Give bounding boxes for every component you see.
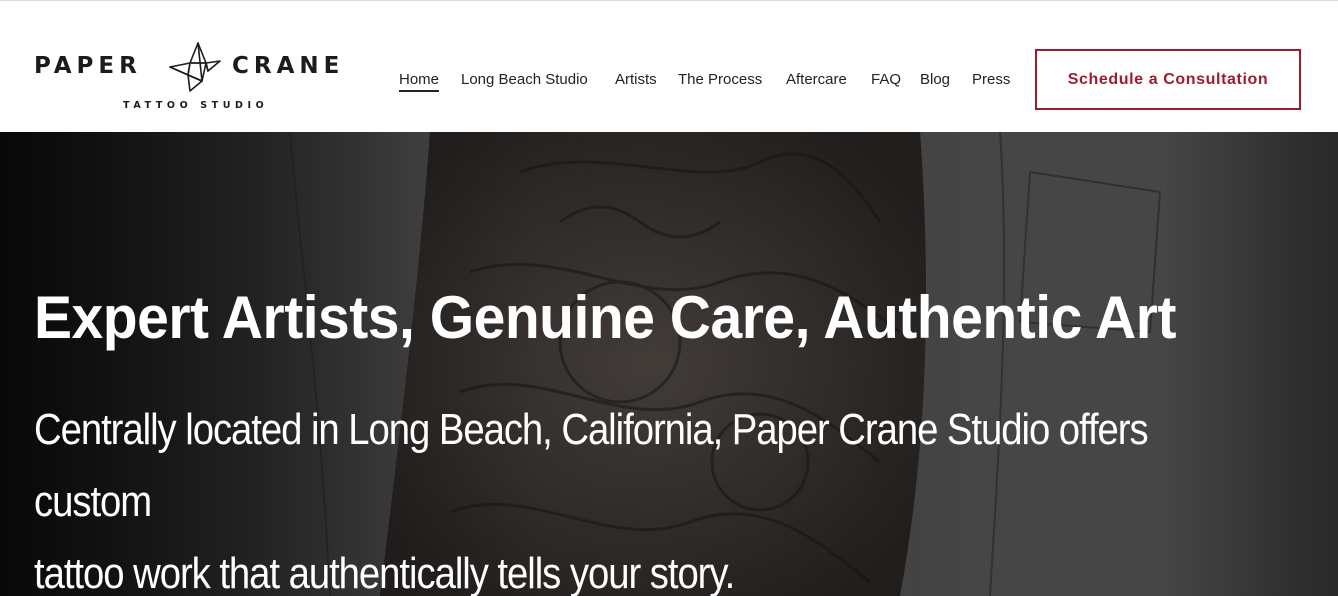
site-header: PAPER CRANE TATTOO STUDIO Home Long Beac… xyxy=(0,1,1338,132)
site-logo[interactable]: PAPER CRANE TATTOO STUDIO xyxy=(34,41,364,116)
hero-subtitle: Centrally located in Long Beach, Califor… xyxy=(34,394,1182,596)
nav-item-press[interactable]: Press xyxy=(972,71,1010,89)
nav-item-the-process[interactable]: The Process xyxy=(678,71,762,89)
nav-item-faq[interactable]: FAQ xyxy=(871,71,901,89)
hero-section: Expert Artists, Genuine Care, Authentic … xyxy=(0,132,1338,596)
hero-title: Expert Artists, Genuine Care, Authentic … xyxy=(34,284,1176,351)
nav-item-artists[interactable]: Artists xyxy=(615,71,657,89)
logo-tagline: TATTOO STUDIO xyxy=(123,100,269,111)
logo-word-paper: PAPER xyxy=(34,53,142,79)
hero-subtitle-line-2: tattoo work that authentically tells you… xyxy=(34,549,735,596)
nav-item-long-beach-studio[interactable]: Long Beach Studio xyxy=(461,71,588,89)
logo-word-crane: CRANE xyxy=(232,53,345,79)
schedule-consultation-button[interactable]: Schedule a Consultation xyxy=(1035,49,1301,110)
nav-item-home[interactable]: Home xyxy=(399,71,440,92)
paper-crane-icon xyxy=(169,42,221,92)
hero-subtitle-line-1: Centrally located in Long Beach, Califor… xyxy=(34,405,1149,526)
nav-item-blog[interactable]: Blog xyxy=(920,71,950,89)
nav-item-aftercare[interactable]: Aftercare xyxy=(786,71,847,89)
